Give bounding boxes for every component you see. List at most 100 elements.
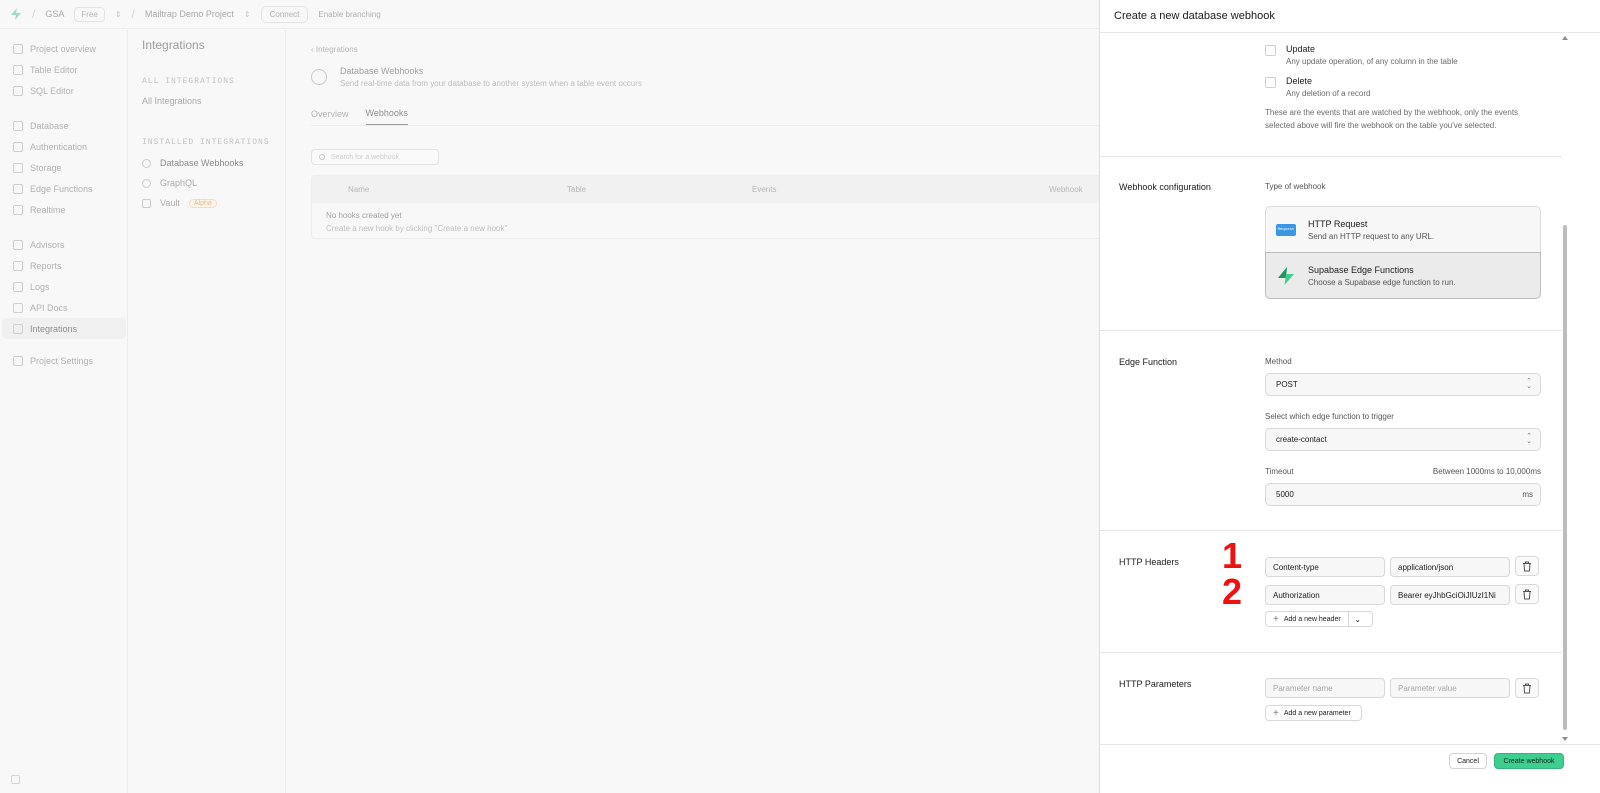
nav-project-settings[interactable]: Project Settings bbox=[2, 350, 126, 371]
nav-api-docs[interactable]: API Docs bbox=[2, 297, 126, 318]
edge-function-select[interactable]: create-contact ⌃ ⌄ bbox=[1265, 428, 1541, 451]
cancel-button[interactable]: Cancel bbox=[1449, 753, 1487, 769]
subnav-item-database-webhooks[interactable]: Database Webhooks bbox=[142, 153, 285, 173]
table-icon bbox=[13, 64, 23, 75]
graphql-icon bbox=[142, 178, 151, 188]
empty-state-title: No hooks created yet bbox=[326, 211, 402, 220]
add-header-button[interactable]: + Add a new header ⌄ bbox=[1265, 611, 1373, 627]
panel-scrollbar[interactable] bbox=[1560, 33, 1570, 744]
chart-icon bbox=[13, 260, 23, 271]
delete-header-button[interactable] bbox=[1515, 584, 1539, 604]
page-subtitle: Send real-time data from your database t… bbox=[340, 79, 642, 88]
divider bbox=[1100, 530, 1562, 531]
alpha-badge: Alpha bbox=[188, 198, 217, 208]
home-icon bbox=[13, 43, 23, 54]
nav-integrations[interactable]: Integrations bbox=[2, 318, 126, 339]
create-webhook-button[interactable]: Create webhook bbox=[1494, 753, 1564, 769]
delete-parameter-button[interactable] bbox=[1515, 678, 1539, 698]
collapse-sidebar-icon[interactable] bbox=[11, 775, 20, 784]
scroll-up-arrow-icon[interactable] bbox=[1562, 36, 1568, 40]
delete-checkbox[interactable] bbox=[1265, 77, 1276, 88]
update-checkbox[interactable] bbox=[1265, 45, 1276, 56]
panel-footer: Cancel Create webhook bbox=[1100, 744, 1600, 793]
org-switch-chevron-icon[interactable]: ⇕ bbox=[115, 10, 122, 19]
column-name: Name bbox=[348, 185, 370, 194]
http-request-icon: Request bbox=[1276, 223, 1296, 236]
column-table: Table bbox=[567, 185, 587, 194]
gear-icon bbox=[13, 355, 23, 366]
method-select[interactable]: POST ⌃ ⌄ bbox=[1265, 373, 1541, 396]
divider bbox=[1100, 156, 1562, 157]
nav-edge-functions[interactable]: Edge Functions bbox=[2, 178, 126, 199]
update-title: Update bbox=[1286, 44, 1316, 54]
nav-advisors[interactable]: Advisors bbox=[2, 234, 126, 255]
scroll-down-arrow-icon[interactable] bbox=[1562, 737, 1568, 741]
terminal-icon bbox=[13, 85, 23, 96]
divider bbox=[1100, 652, 1562, 653]
create-webhook-panel: Create a new database webhook Update Any… bbox=[1099, 0, 1600, 793]
timeout-input[interactable]: 5000 ms bbox=[1265, 483, 1541, 506]
empty-state-description: Create a new hook by clicking "Create a … bbox=[326, 224, 508, 233]
type-of-webhook-label: Type of webhook bbox=[1265, 182, 1326, 191]
event-update-option[interactable]: Update Any update operation, of any colu… bbox=[1265, 44, 1458, 66]
nav-logs[interactable]: Logs bbox=[2, 276, 126, 297]
edge-function-select-label: Select which edge function to trigger bbox=[1265, 412, 1394, 421]
trash-icon bbox=[1523, 561, 1531, 571]
header-value-input[interactable]: Bearer eyJhbGciOiJIUzI1Ni bbox=[1390, 585, 1510, 605]
webhook-configuration-label: Webhook configuration bbox=[1119, 182, 1211, 192]
nav-authentication[interactable]: Authentication bbox=[2, 136, 126, 157]
lightbulb-icon bbox=[13, 239, 23, 250]
nav-sql-editor[interactable]: SQL Editor bbox=[2, 80, 126, 101]
tab-bar: Overview Webhooks bbox=[311, 101, 1099, 126]
integrations-subnav: Integrations ALL INTEGRATIONS All Integr… bbox=[128, 30, 286, 793]
nav-database[interactable]: Database bbox=[2, 115, 126, 136]
event-delete-option[interactable]: Delete Any deletion of a record bbox=[1265, 76, 1371, 98]
blocks-icon bbox=[13, 323, 23, 334]
tab-overview[interactable]: Overview bbox=[311, 109, 349, 125]
scrollbar-thumb[interactable] bbox=[1563, 225, 1567, 730]
timeout-unit: ms bbox=[1522, 490, 1533, 499]
http-request-option[interactable]: Request HTTP Request Send an HTTP reques… bbox=[1265, 206, 1541, 253]
nav-reports[interactable]: Reports bbox=[2, 255, 126, 276]
annotation-number-2: 2 bbox=[1222, 571, 1243, 612]
all-integrations-link[interactable]: All Integrations bbox=[142, 96, 285, 106]
trash-icon bbox=[1523, 683, 1531, 693]
nav-project-overview[interactable]: Project overview bbox=[2, 38, 126, 59]
enable-branching-button[interactable]: Enable branching bbox=[318, 10, 380, 19]
timeout-label: Timeout bbox=[1265, 467, 1294, 476]
subnav-title: Integrations bbox=[142, 38, 205, 52]
nav-table-editor[interactable]: Table Editor bbox=[2, 59, 126, 80]
webhook-search-input[interactable]: Search for a webhook bbox=[311, 149, 439, 165]
panel-title: Create a new database webhook bbox=[1100, 0, 1600, 33]
header-value-input[interactable]: application/json bbox=[1390, 557, 1510, 577]
org-name[interactable]: GSA bbox=[45, 9, 64, 19]
installed-integrations-section: INSTALLED INTEGRATIONS bbox=[142, 138, 270, 147]
http-request-title: HTTP Request bbox=[1308, 218, 1368, 229]
breadcrumb[interactable]: ‹ Integrations bbox=[311, 45, 1099, 54]
project-name[interactable]: Mailtrap Demo Project bbox=[145, 9, 234, 19]
subnav-item-graphql[interactable]: GraphQL bbox=[142, 173, 285, 193]
nav-realtime[interactable]: Realtime bbox=[2, 199, 126, 220]
supabase-edge-functions-option[interactable]: Supabase Edge Functions Choose a Supabas… bbox=[1265, 252, 1541, 299]
webhook-icon bbox=[142, 158, 151, 168]
supabase-bolt-icon bbox=[1278, 266, 1294, 285]
webhook-icon bbox=[311, 69, 327, 85]
add-parameter-button[interactable]: + Add a new parameter bbox=[1265, 705, 1362, 721]
nav-storage[interactable]: Storage bbox=[2, 157, 126, 178]
parameter-name-input[interactable]: Parameter name bbox=[1265, 678, 1385, 698]
code-icon bbox=[13, 183, 23, 194]
project-switch-chevron-icon[interactable]: ⇕ bbox=[244, 10, 251, 19]
connect-button[interactable]: Connect bbox=[260, 5, 309, 23]
supabase-logo-icon[interactable] bbox=[10, 8, 22, 20]
delete-header-button[interactable] bbox=[1515, 556, 1539, 576]
chevron-down-icon[interactable]: ⌄ bbox=[1349, 615, 1367, 624]
subnav-item-vault[interactable]: Vault Alpha bbox=[142, 193, 285, 213]
edge-functions-title: Supabase Edge Functions bbox=[1308, 264, 1414, 275]
webhooks-table: Name Table Events Webhook No hooks creat… bbox=[311, 175, 1111, 239]
header-name-input[interactable]: Authorization bbox=[1265, 585, 1385, 605]
tab-webhooks[interactable]: Webhooks bbox=[365, 108, 408, 125]
method-label: Method bbox=[1265, 357, 1292, 366]
parameter-value-input[interactable]: Parameter value bbox=[1390, 678, 1510, 698]
header-name-input[interactable]: Content-type bbox=[1265, 557, 1385, 577]
panel-scroll-area[interactable]: Update Any update operation, of any colu… bbox=[1100, 33, 1570, 744]
